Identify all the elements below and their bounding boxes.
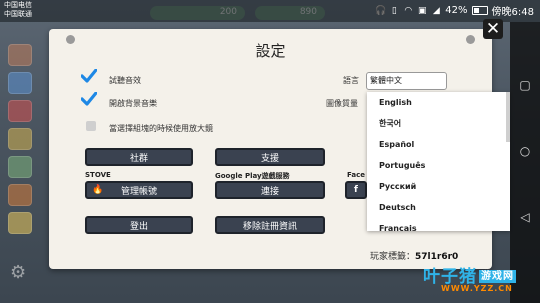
player-id-value: 57l1r6r0 xyxy=(415,252,459,262)
magnifier-checkbox[interactable] xyxy=(86,121,96,131)
settings-gear-icon: ⚙ xyxy=(10,262,27,283)
community-button-label: 社群 xyxy=(129,153,148,164)
game-side-icon xyxy=(8,72,32,94)
game-side-icon xyxy=(8,100,32,122)
back-icon[interactable]: ◁ xyxy=(518,210,532,224)
language-dropdown[interactable]: English 한국어 Español Português Русский De… xyxy=(367,92,510,231)
signal-icon: ◢ xyxy=(432,5,440,16)
watermark-tag: 游戏网 xyxy=(479,270,516,283)
checkmark-icon[interactable] xyxy=(81,69,97,83)
sim-icon: ▣ xyxy=(418,5,427,16)
checkmark-icon[interactable] xyxy=(81,92,97,106)
language-option-portuguese[interactable]: Português xyxy=(367,155,510,176)
language-option-english[interactable]: English xyxy=(367,92,510,113)
battery-percent: 42% xyxy=(445,5,468,16)
clock: 傍晚6:48 xyxy=(491,7,534,18)
game-side-icon xyxy=(8,184,32,206)
language-option-russian[interactable]: Русский xyxy=(367,176,510,197)
manage-account-button[interactable]: 🔥 管理帳號 xyxy=(85,181,193,199)
remove-registration-label: 移除註冊資訊 xyxy=(242,221,297,232)
language-option-korean[interactable]: 한국어 xyxy=(367,113,510,134)
language-option-spanish[interactable]: Español xyxy=(367,134,510,155)
stove-section-label: STOVE xyxy=(85,171,111,179)
carrier-labels: 中国电信 中国联通 xyxy=(4,1,32,19)
logout-button-label: 登出 xyxy=(129,221,148,232)
status-bar: 中国电信 中国联通 🎧 ▯ ◠ ▣ ◢ 42% 傍晚6:48 xyxy=(0,0,540,22)
facebook-icon: f xyxy=(354,185,358,195)
dialog-title: 設定 xyxy=(255,42,286,60)
background-music-label: 開啟背景音樂 xyxy=(109,99,157,108)
status-icons: 🎧 ▯ ◠ ▣ ◢ 42% 傍晚6:48 xyxy=(375,3,534,18)
facebook-button[interactable]: f xyxy=(345,181,367,199)
android-nav-bar: ▢ ○ ◁ xyxy=(510,22,540,303)
community-button[interactable]: 社群 xyxy=(85,148,193,166)
close-icon: ✕ xyxy=(485,19,501,39)
home-icon[interactable]: ○ xyxy=(518,144,532,158)
recent-apps-icon[interactable]: ▢ xyxy=(518,78,532,92)
watermark-logo: 叶子猪 游戏网 WWW.YZZ.CN xyxy=(423,262,516,298)
watermark-url: WWW.YZZ.CN xyxy=(441,284,513,293)
language-label: 語言 xyxy=(343,76,359,85)
support-button-label: 支援 xyxy=(260,153,279,164)
battery-icon xyxy=(471,6,488,15)
sound-effects-label: 試聽音效 xyxy=(109,76,141,85)
remove-registration-button[interactable]: 移除註冊資訊 xyxy=(215,216,325,234)
language-option-german[interactable]: Deutsch xyxy=(367,197,510,218)
manage-account-label: 管理帳號 xyxy=(120,186,157,197)
carrier-2: 中国联通 xyxy=(4,10,32,18)
logout-button[interactable]: 登出 xyxy=(85,216,193,234)
wifi-icon: ◠ xyxy=(404,5,413,16)
game-side-icon xyxy=(8,44,32,66)
connect-button[interactable]: 連接 xyxy=(215,181,325,199)
magnifier-label: 當選擇組塊的時候使用放大鏡 xyxy=(109,124,213,133)
close-button[interactable]: ✕ xyxy=(483,19,503,39)
player-id-label: 玩家標籤： xyxy=(370,252,416,262)
stove-flame-icon: 🔥 xyxy=(92,185,104,195)
connect-button-label: 連接 xyxy=(260,186,279,197)
game-side-icon xyxy=(8,212,32,234)
facebook-section-label: Face xyxy=(347,171,365,179)
vibrate-icon: ▯ xyxy=(391,5,397,16)
google-play-section-label: Google Play遊戲服務 xyxy=(215,172,290,180)
player-id: 玩家標籤：57l1r6r0 xyxy=(370,249,458,262)
game-side-icon xyxy=(8,156,32,178)
carrier-1: 中国电信 xyxy=(4,1,32,9)
game-side-icon xyxy=(8,128,32,150)
language-option-french[interactable]: Français xyxy=(367,218,510,231)
language-select[interactable]: 繁體中文 ⌄ xyxy=(366,72,447,90)
headphones-icon: 🎧 xyxy=(375,5,387,16)
chevron-down-icon: ⌄ xyxy=(370,75,377,84)
support-button[interactable]: 支援 xyxy=(215,148,325,166)
graphics-quality-label: 圖像質量 xyxy=(326,99,358,108)
